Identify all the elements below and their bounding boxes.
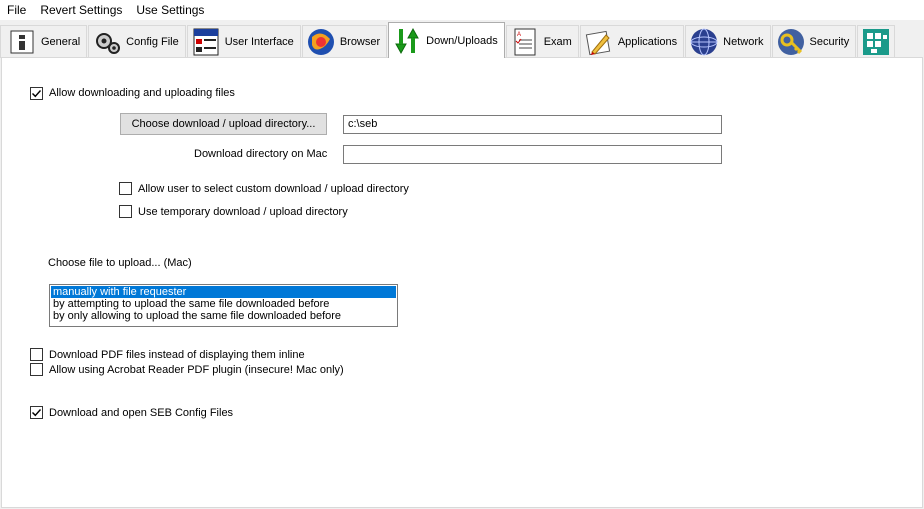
general-icon [7,27,37,57]
mac-directory-field[interactable] [343,145,722,164]
down-uploads-icon [392,26,422,56]
seb-config-label: Download and open SEB Config Files [49,407,234,419]
registry-icon [861,27,891,57]
list-item[interactable]: by attempting to upload the same file do… [51,298,396,310]
browser-icon [306,27,336,57]
applications-icon [584,27,614,57]
download-pdf-label: Download PDF files instead of displaying… [49,349,305,361]
tab-label: General [41,36,81,48]
menu-file[interactable]: File [0,0,33,20]
tab-label: Browser [339,36,381,48]
menu-revert-settings[interactable]: Revert Settings [33,0,129,20]
allow-downloads-checkbox[interactable] [30,87,43,100]
tab-label: Config File [126,36,179,48]
upload-mode-listbox[interactable]: manually with file requester by attempti… [49,284,398,327]
menu-bar: File Revert Settings Use Settings [0,0,924,20]
tab-label: Security [809,36,850,48]
acrobat-plugin-checkbox[interactable] [30,363,43,376]
tab-applications[interactable]: Applications [579,25,685,58]
tab-label: Network [723,36,764,48]
security-icon [776,27,806,57]
tab-exam[interactable]: A Exam [505,25,579,58]
mac-directory-label: Download directory on Mac [194,148,328,160]
tab-security[interactable]: Security [771,25,857,58]
network-icon [689,27,719,57]
temporary-directory-checkbox[interactable] [119,205,132,218]
tab-label: Down/Uploads [426,34,498,47]
download-pdf-checkbox[interactable] [30,348,43,361]
tab-browser[interactable]: Browser [301,25,388,58]
check-icon [32,90,42,98]
custom-directory-label: Allow user to select custom download / u… [138,183,409,195]
seb-config-checkbox[interactable] [30,406,43,419]
upload-mode-label: Choose file to upload... (Mac) [48,257,192,269]
config-file-icon [92,27,122,57]
tab-network[interactable]: Network [685,25,771,58]
tab-config-file[interactable]: Config File [88,25,186,58]
down-uploads-panel: Allow downloading and uploading files Ch… [1,57,923,508]
download-directory-field[interactable]: c:\seb [343,115,722,134]
choose-directory-button[interactable]: Choose download / upload directory... [120,113,327,135]
list-item[interactable]: by only allowing to upload the same file… [51,310,396,322]
svg-text:A: A [517,32,521,38]
tab-label: Exam [543,36,572,48]
tab-down-uploads[interactable]: Down/Uploads [388,22,505,58]
custom-directory-checkbox[interactable] [119,182,132,195]
allow-downloads-label: Allow downloading and uploading files [49,87,235,99]
list-item[interactable]: manually with file requester [51,286,396,298]
tab-registry[interactable] [857,25,896,58]
tab-strip: General Config File User Interface Brows… [0,20,924,58]
check-icon [32,409,42,417]
tab-general[interactable]: General [0,25,88,58]
temporary-directory-label: Use temporary download / upload director… [138,206,348,218]
tab-user-interface[interactable]: User Interface [186,25,301,58]
acrobat-plugin-label: Allow using Acrobat Reader PDF plugin (i… [49,364,344,376]
exam-icon: A [510,27,540,57]
tab-label: User Interface [224,36,294,48]
tab-label: Applications [617,36,678,48]
user-interface-icon [191,27,221,57]
menu-use-settings[interactable]: Use Settings [129,0,211,20]
